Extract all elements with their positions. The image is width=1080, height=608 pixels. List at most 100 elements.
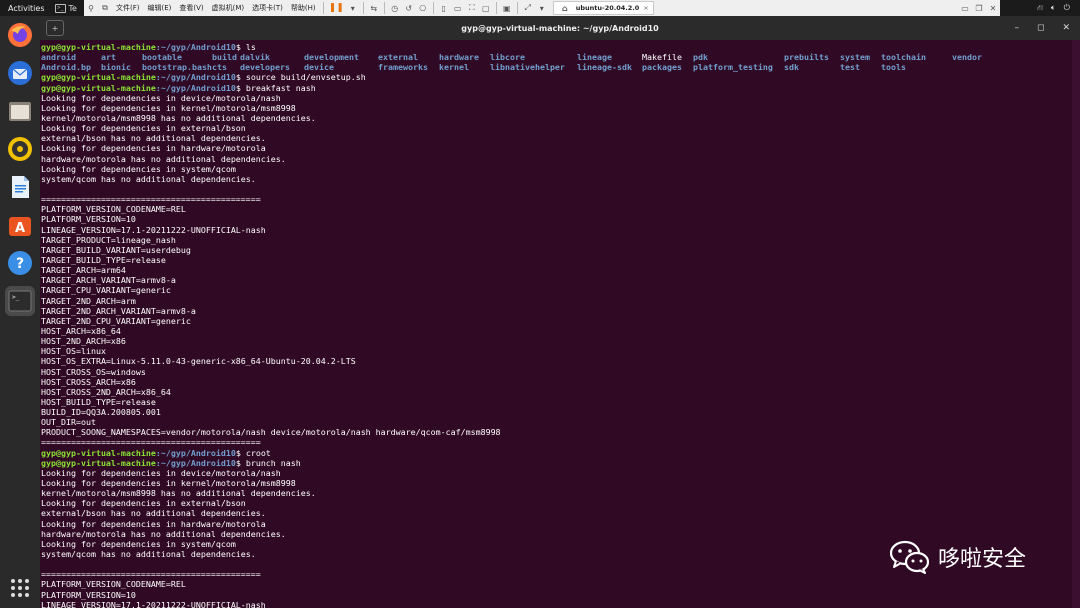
vm-close-icon[interactable]: ✕	[988, 3, 998, 13]
revert-snapshot-icon[interactable]: ↺	[404, 3, 414, 13]
vm-menu-help[interactable]: 帮助(H)	[287, 3, 320, 13]
terminal-line: TARGET_BUILD_TYPE=release	[41, 255, 1071, 265]
network-icon[interactable]: ⛙	[1037, 3, 1043, 13]
toolbar-divider	[495, 2, 497, 14]
terminal-line: PRODUCT_SOONG_NAMESPACES=vendor/motorola…	[41, 427, 1071, 437]
rhythmbox-icon[interactable]	[5, 134, 35, 164]
output-text: HOST_OS=linux	[41, 346, 106, 357]
terminal-line: ========================================…	[41, 194, 1071, 204]
vm-menu-tabs[interactable]: 选项卡(T)	[248, 3, 287, 13]
terminal-line: HOST_2ND_ARCH=x86	[41, 336, 1071, 346]
svg-text:>_: >_	[12, 294, 20, 301]
terminal-line: gyp@gyp-virtual-machine:~/gyp/Android10$…	[41, 83, 1071, 93]
minimize-button[interactable]: –	[1014, 23, 1019, 33]
terminal-line: HOST_BUILD_TYPE=release	[41, 397, 1071, 407]
output-text: TARGET_ARCH=arm64	[41, 265, 126, 276]
terminal-line: PLATFORM_VERSION_CODENAME=REL	[41, 204, 1071, 214]
terminal-line: Looking for dependencies in hardware/mot…	[41, 143, 1071, 153]
output-text: TARGET_ARCH_VARIANT=armv8-a	[41, 275, 176, 286]
watermark: 哆啦安全	[890, 540, 1026, 574]
dropdown-icon[interactable]: ▾	[348, 3, 358, 13]
snapshot-icon[interactable]: ◷	[390, 3, 400, 13]
terminal-app-menu[interactable]: >_ Te	[54, 3, 77, 13]
terminal-line: TARGET_CPU_VARIANT=generic	[41, 285, 1071, 295]
command-text: croot	[245, 447, 271, 458]
ls-directory: test	[840, 62, 860, 73]
sidebar-toggle-icon[interactable]: ▯	[439, 3, 449, 13]
activities-button[interactable]: Activities	[0, 4, 53, 13]
thumbnail-bar-icon[interactable]: ▭	[453, 3, 463, 13]
ls-directory: pdk	[693, 52, 708, 63]
dropdown-icon[interactable]: ▾	[537, 3, 547, 13]
terminal-line: gyp@gyp-virtual-machine:~/gyp/Android10$…	[41, 448, 1071, 458]
snapshot-manager-icon[interactable]: ⎔	[418, 3, 428, 13]
ls-directory: dalvik	[240, 52, 270, 63]
wechat-icon	[890, 540, 930, 574]
terminal-line: external/bson has no additional dependen…	[41, 508, 1071, 518]
maximize-button[interactable]: ◻	[1037, 23, 1044, 33]
output-text: HOST_OS_EXTRA=Linux-5.11.0-43-generic-x8…	[41, 356, 356, 367]
fullscreen-icon[interactable]: ⛶	[467, 3, 477, 13]
libreoffice-writer-icon[interactable]	[5, 172, 35, 202]
terminal-line: Looking for dependencies in device/motor…	[41, 93, 1071, 103]
ls-directory: bootable	[142, 52, 182, 63]
thunderbird-icon[interactable]	[5, 58, 35, 88]
vm-minimize-icon[interactable]: ▭	[960, 3, 970, 13]
terminal-line: gyp@gyp-virtual-machine:~/gyp/Android10$…	[41, 458, 1071, 468]
terminal-line: LINEAGE_VERSION=17.1-20211222-UNOFFICIAL…	[41, 600, 1071, 608]
stretch-icon[interactable]: ⤢	[523, 3, 533, 13]
output-text: hardware/motorola has no additional depe…	[41, 153, 286, 164]
help-icon[interactable]: ?	[5, 248, 35, 278]
vm-menu-file[interactable]: 文件(F)	[112, 3, 144, 13]
firefox-icon[interactable]	[5, 20, 35, 50]
send-keys-icon[interactable]: ⇆	[369, 3, 379, 13]
output-text: system/qcom has no additional dependenci…	[41, 549, 256, 560]
output-text: Looking for dependencies in kernel/motor…	[41, 478, 296, 489]
show-applications-icon[interactable]	[11, 579, 29, 597]
command-text: breakfast nash	[245, 82, 316, 93]
console-icon[interactable]: ▣	[502, 3, 512, 13]
terminal-line: TARGET_2ND_ARCH_VARIANT=armv8-a	[41, 306, 1071, 316]
library-icon[interactable]: ⧉	[100, 3, 110, 13]
ls-directory: prebuilts	[784, 52, 829, 63]
volume-icon[interactable]: 🔈︎	[1051, 3, 1056, 13]
ls-directory: development	[304, 52, 359, 63]
pin-icon[interactable]: ⚲	[86, 3, 96, 13]
ls-directory: lineage	[577, 52, 612, 63]
terminal-line: HOST_ARCH=x86_64	[41, 326, 1071, 336]
ls-directory: libnativehelper	[490, 62, 565, 73]
prompt-path: :~/gyp/Android10	[155, 42, 236, 52]
vm-menu-vm[interactable]: 虚拟机(M)	[208, 3, 249, 13]
scrollbar[interactable]	[1072, 40, 1080, 608]
terminal-line: HOST_CROSS_ARCH=x86	[41, 377, 1071, 387]
vm-menu-view[interactable]: 查看(V)	[175, 3, 207, 13]
prompt-suffix: $	[235, 42, 246, 52]
ls-directory: bootstrap.bash	[142, 62, 212, 73]
power-icon[interactable]: ⏻	[1064, 3, 1070, 13]
vm-menu-edit[interactable]: 编辑(E)	[144, 3, 176, 13]
prompt-user: gyp@gyp-virtual-machine	[41, 82, 156, 93]
vm-restore-icon[interactable]: ❐	[974, 3, 984, 13]
home-icon: ⌂	[561, 3, 568, 13]
watermark-text: 哆啦安全	[938, 547, 1027, 572]
toolbar-divider	[432, 2, 434, 14]
terminal-line: TARGET_2ND_ARCH=arm	[41, 296, 1071, 306]
output-text: LINEAGE_VERSION=17.1-20211222-UNOFFICIAL…	[41, 599, 266, 608]
unity-icon[interactable]: ▢	[481, 3, 491, 13]
close-button[interactable]: ✕	[1062, 23, 1070, 33]
ls-directory: sdk	[784, 62, 799, 73]
pause-icon[interactable]: ❚❚	[329, 3, 344, 13]
output-text: Looking for dependencies in hardware/mot…	[41, 518, 266, 529]
output-text: PLATFORM_VERSION_CODENAME=REL	[41, 204, 186, 215]
terminal-icon[interactable]: >_	[5, 286, 35, 316]
ls-directory: platform_testing	[693, 62, 773, 73]
output-text: ========================================…	[41, 569, 261, 580]
svg-text:?: ?	[16, 256, 24, 272]
files-icon[interactable]	[5, 96, 35, 126]
vm-tab[interactable]: ⌂ ubuntu-20.04.2.0 ×	[552, 1, 654, 15]
close-tab-icon[interactable]: ×	[643, 4, 648, 12]
software-center-icon[interactable]: A	[5, 210, 35, 240]
ls-directory: frameworks	[378, 62, 428, 73]
terminal-output[interactable]: gyp@gyp-virtual-machine :~/gyp/Android10$…	[41, 42, 1071, 608]
terminal-app-label: Te	[68, 3, 77, 13]
